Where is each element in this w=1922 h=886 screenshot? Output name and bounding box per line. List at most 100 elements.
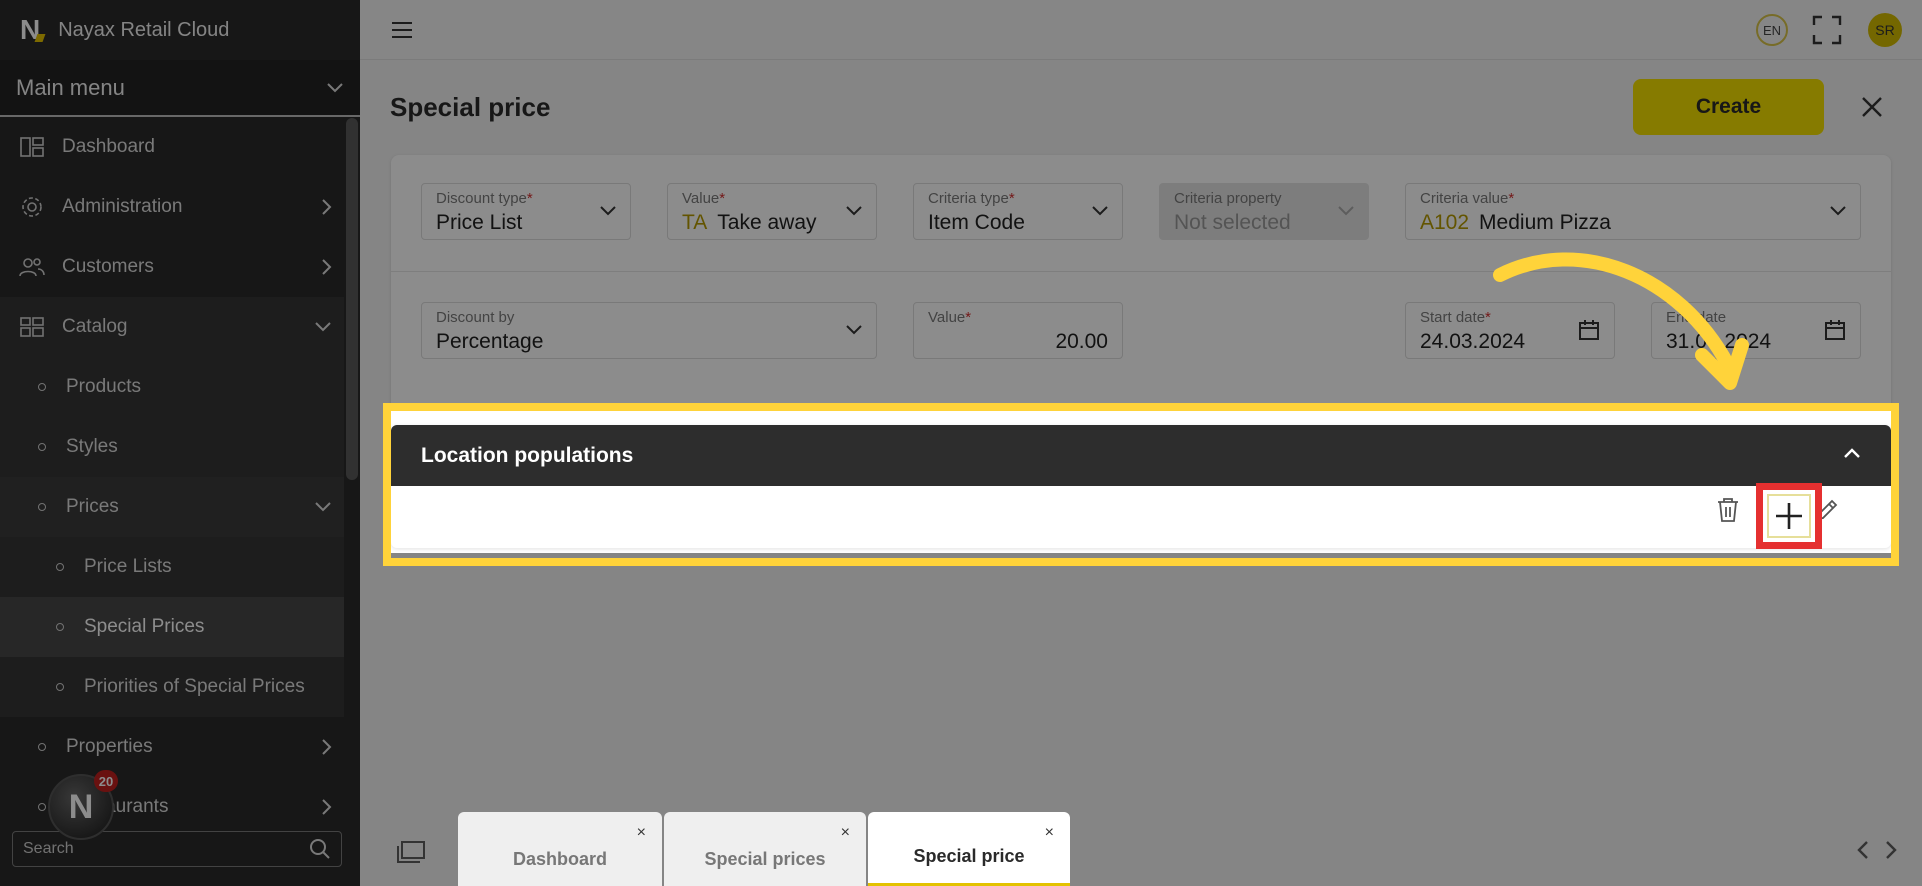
field-label: Value*: [928, 309, 1108, 326]
search-icon[interactable]: [309, 838, 331, 860]
value-amount: 20.00: [1055, 330, 1108, 353]
sidebar-item-label: Price Lists: [84, 556, 172, 577]
criteria-property-select: Criteria property Not selected: [1159, 183, 1369, 240]
sidebar-item-price-lists[interactable]: Price Lists: [0, 537, 344, 597]
bullet-icon: [38, 503, 46, 511]
criteria-value-select[interactable]: Criteria value* A102 Medium Pizza: [1405, 183, 1861, 240]
sidebar-item-dashboard[interactable]: Dashboard: [0, 117, 344, 177]
chevron-right-icon: [322, 259, 332, 275]
criteria-value-label: Criteria value: [1420, 190, 1509, 207]
field-label: Criteria property: [1174, 190, 1354, 207]
field-label: Criteria value*: [1420, 190, 1846, 207]
field-value: TA Take away: [682, 211, 862, 235]
sidebar-item-customers[interactable]: Customers: [0, 237, 344, 297]
calendar-icon[interactable]: [1578, 319, 1600, 341]
sidebar-item-priorities[interactable]: Priorities of Special Prices: [0, 657, 344, 717]
end-date-input[interactable]: End date 31.03.2024: [1651, 302, 1861, 359]
field-label: Start date*: [1420, 309, 1600, 326]
close-icon[interactable]: ×: [841, 824, 850, 842]
value-label: Value: [928, 309, 966, 326]
sidebar-item-properties[interactable]: Properties: [0, 717, 344, 777]
bullet-icon: [38, 743, 46, 751]
field-value: 20.00: [928, 330, 1108, 354]
chevron-down-icon: [315, 502, 331, 512]
required-mark: *: [719, 190, 726, 207]
sidebar-scrollbar[interactable]: [346, 118, 358, 480]
hamburger-menu-icon[interactable]: [390, 20, 414, 40]
start-date-value: 24.03.2024: [1420, 330, 1526, 353]
calendar-icon[interactable]: [1824, 319, 1846, 341]
value-text: Take away: [717, 211, 817, 234]
sidebar-search[interactable]: [12, 831, 342, 867]
location-populations-header[interactable]: Location populations: [391, 425, 1891, 486]
sidebar-item-styles[interactable]: Styles: [0, 417, 344, 477]
windows-icon[interactable]: [396, 840, 426, 864]
sidebar-item-label: Catalog: [62, 316, 128, 337]
criteria-value-text: Medium Pizza: [1479, 211, 1611, 234]
criteria-type-select[interactable]: Criteria type* Item Code: [913, 183, 1123, 240]
required-mark: *: [526, 190, 533, 207]
criteria-value-code: A102: [1420, 211, 1470, 234]
users-icon: [18, 255, 46, 279]
top-bar: EN SR: [360, 0, 1922, 60]
tab-special-price[interactable]: Special price ×: [868, 812, 1070, 886]
start-date-input[interactable]: Start date* 24.03.2024: [1405, 302, 1615, 359]
tab-label: Dashboard: [512, 849, 608, 869]
tab-label: Special prices: [704, 849, 826, 869]
search-input[interactable]: [23, 840, 309, 858]
chevron-right-icon[interactable]: [1884, 840, 1898, 860]
menu-list: Dashboard Administration Customers Catal…: [0, 117, 344, 817]
trash-icon[interactable]: [1716, 497, 1740, 523]
required-mark: *: [1008, 190, 1015, 207]
sidebar-item-special-prices[interactable]: Special Prices: [0, 597, 344, 657]
tab-special-prices[interactable]: Special prices ×: [664, 812, 866, 886]
grid-icon: [18, 315, 46, 339]
value-code: TA: [682, 211, 708, 234]
sidebar-item-label: Priorities of Special Prices: [84, 676, 305, 697]
chevron-right-icon: [322, 199, 332, 215]
field-value: A102 Medium Pizza: [1420, 211, 1846, 235]
form-divider: [391, 271, 1891, 272]
language-selector[interactable]: EN: [1756, 14, 1788, 46]
bullet-icon: [56, 563, 64, 571]
bottom-tab-bar: Dashboard × Special prices × Special pri…: [360, 810, 1922, 886]
location-populations-title: Location populations: [421, 443, 634, 467]
gear-icon: [18, 195, 46, 219]
criteria-type-label: Criteria type: [928, 190, 1009, 207]
notification-badge: 20: [94, 770, 118, 792]
bullet-icon: [56, 683, 64, 691]
value-select[interactable]: Value* TA Take away: [667, 183, 877, 240]
user-avatar[interactable]: SR: [1868, 13, 1902, 47]
chevron-down-icon: [846, 325, 862, 335]
discount-type-select[interactable]: Discount type* Price List: [421, 183, 631, 240]
sidebar-item-label: Customers: [62, 256, 154, 277]
close-icon[interactable]: ×: [637, 824, 646, 842]
chevron-left-icon[interactable]: [1856, 840, 1870, 860]
field-label: End date: [1666, 309, 1846, 326]
value-input[interactable]: Value* 20.00: [913, 302, 1123, 359]
chevron-up-icon[interactable]: [1843, 447, 1861, 459]
sidebar-item-catalog[interactable]: Catalog: [0, 297, 344, 357]
chevron-right-icon: [322, 739, 332, 755]
create-button[interactable]: Create: [1633, 79, 1824, 135]
sidebar-item-administration[interactable]: Administration: [0, 177, 344, 237]
sidebar-item-prices[interactable]: Prices: [0, 477, 344, 537]
sidebar-item-label: Properties: [66, 736, 153, 757]
tab-dashboard[interactable]: Dashboard ×: [458, 812, 662, 886]
end-date-value: 31.03.2024: [1666, 330, 1772, 353]
criteria-property-label: Criteria property: [1174, 190, 1282, 207]
field-value: Percentage: [436, 330, 862, 354]
fullscreen-icon[interactable]: [1812, 15, 1842, 45]
dashboard-icon: [18, 135, 46, 159]
discount-type-label: Discount type: [436, 190, 527, 207]
discount-by-select[interactable]: Discount by Percentage: [421, 302, 877, 359]
pencil-icon[interactable]: [1815, 498, 1839, 522]
location-populations-panel: Location populations: [391, 425, 1891, 548]
close-icon[interactable]: ×: [1045, 824, 1054, 842]
close-icon[interactable]: [1860, 95, 1884, 119]
required-mark: *: [1485, 309, 1491, 326]
sidebar-item-products[interactable]: Products: [0, 357, 344, 417]
chevron-down-icon: [315, 322, 331, 332]
chevron-down-icon: [1830, 206, 1846, 216]
main-menu-toggle[interactable]: Main menu: [0, 60, 360, 117]
